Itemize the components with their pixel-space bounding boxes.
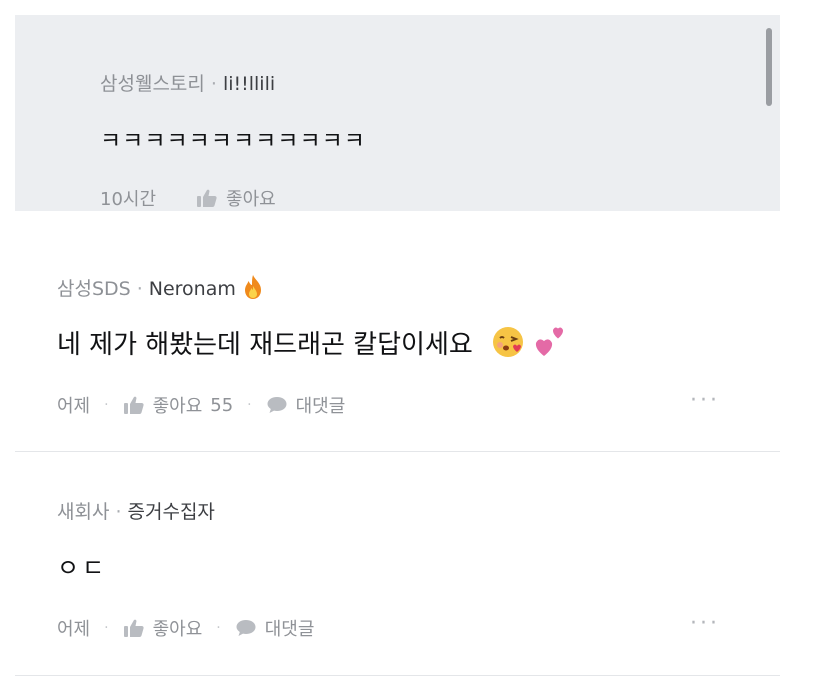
reply-body: ㅋㅋㅋㅋㅋㅋㅋㅋㅋㅋㅋㅋ — [100, 128, 366, 154]
like-button-label[interactable]: 좋아요 — [153, 615, 203, 641]
reply-nickname[interactable]: li!!llili — [223, 73, 275, 95]
speech-bubble-icon[interactable] — [235, 618, 257, 638]
more-options-button[interactable]: ··· — [690, 611, 720, 636]
comment-author-line: 삼성SDS · Neronam — [57, 274, 264, 305]
comment-meta: 어제 · 좋아요 · 대댓글 — [57, 615, 314, 641]
reply-button-label[interactable]: 대댓글 — [296, 392, 346, 418]
speech-bubble-icon[interactable] — [266, 395, 288, 415]
comment-time: 어제 — [57, 619, 91, 640]
fire-icon — [242, 274, 264, 305]
comment-time: 어제 — [57, 396, 91, 417]
reply-like-label[interactable]: 좋아요 — [226, 185, 276, 211]
comment-text: 네 제가 해봤는데 재드래곤 칼답이세요 — [57, 330, 473, 360]
comment-body: ㅇㄷ — [57, 554, 108, 582]
comment-meta: 어제 · 좋아요 55 · 대댓글 — [57, 392, 345, 418]
comment-company: 삼성SDS — [57, 278, 131, 300]
comment-company: 새회사 — [57, 501, 110, 523]
two-hearts-icon — [533, 325, 569, 366]
comment-nickname[interactable]: 증거수집자 — [128, 501, 215, 523]
comment-body: 네 제가 해봤는데 재드래곤 칼답이세요 — [57, 324, 569, 366]
reply-meta: 10시간 좋아요 — [100, 185, 276, 211]
reply-author-line: 삼성웰스토리 · li!!llili — [100, 69, 275, 96]
reply-button-label[interactable]: 대댓글 — [265, 615, 315, 641]
separator-dot: · — [136, 278, 143, 300]
separator-dot: · — [216, 620, 221, 636]
separator-dot: · — [104, 397, 109, 413]
blowing-kiss-icon — [491, 325, 525, 366]
like-count: 55 — [210, 394, 234, 416]
more-options-button[interactable]: ··· — [690, 388, 720, 413]
thumbs-up-icon[interactable] — [123, 618, 145, 638]
comment-author-line: 새회사 · 증거수집자 — [57, 497, 215, 524]
reply-panel: 삼성웰스토리 · li!!llili ㅋㅋㅋㅋㅋㅋㅋㅋㅋㅋㅋㅋ 10시간 좋아요 — [15, 15, 780, 211]
separator-dot: · — [104, 620, 109, 636]
comment-thread: 삼성웰스토리 · li!!llili ㅋㅋㅋㅋㅋㅋㅋㅋㅋㅋㅋㅋ 10시간 좋아요 삼… — [0, 0, 816, 692]
reply-company: 삼성웰스토리 — [100, 73, 205, 95]
thumbs-up-icon[interactable] — [196, 188, 218, 208]
thumbs-up-icon[interactable] — [123, 395, 145, 415]
comment-nickname[interactable]: Neronam — [149, 278, 236, 300]
divider — [15, 675, 780, 676]
separator-dot: · — [115, 501, 122, 523]
reply-time: 10시간 — [100, 189, 157, 210]
separator-dot: · — [210, 73, 217, 95]
separator-dot: · — [247, 397, 252, 413]
divider — [15, 451, 780, 452]
scrollbar-thumb[interactable] — [766, 28, 772, 106]
like-button-label[interactable]: 좋아요 — [153, 392, 203, 418]
